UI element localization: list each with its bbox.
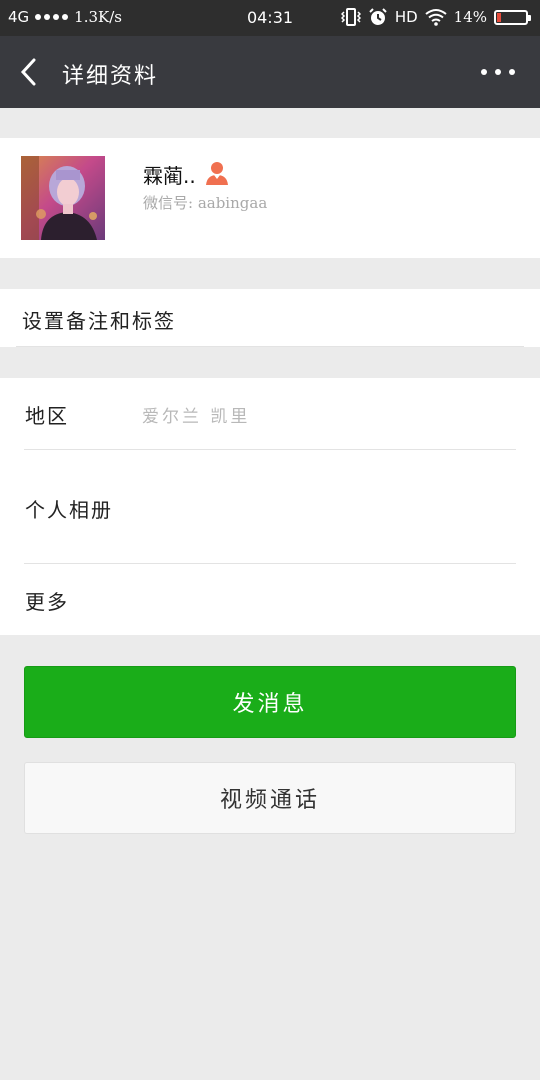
profile-card: 霖蔺.. 微信号: aabingaa: [0, 138, 540, 258]
send-message-button[interactable]: 发消息: [24, 666, 516, 738]
album-row[interactable]: 个人相册: [24, 450, 516, 563]
profile-name: 霖蔺..: [143, 164, 196, 188]
avatar[interactable]: [21, 156, 105, 240]
region-value: 爱尔兰 凯里: [142, 407, 251, 427]
female-user-icon: [206, 162, 228, 185]
region-row: 地区 爱尔兰 凯里: [24, 378, 516, 450]
nav-bar: 详细资料: [0, 36, 540, 108]
more-row[interactable]: 更多: [24, 564, 516, 635]
set-remark-row[interactable]: 设置备注和标签: [0, 289, 540, 347]
wifi-icon: [425, 9, 447, 26]
status-bar: 4G 1.3K/s 04:31 HD 14%: [0, 0, 540, 36]
region-label: 地区: [25, 404, 69, 428]
set-remark-label: 设置备注和标签: [22, 309, 176, 333]
status-right: HD 14%: [340, 7, 531, 27]
wechat-id: 微信号: aabingaa: [143, 194, 268, 212]
album-label: 个人相册: [25, 498, 113, 522]
more-label: 更多: [25, 590, 69, 614]
video-call-button[interactable]: 视频通话: [24, 762, 516, 834]
alarm-icon: [369, 8, 387, 25]
vibrate-icon: [340, 8, 361, 26]
info-list: 地区 爱尔兰 凯里 个人相册 更多: [0, 378, 540, 635]
battery-icon: [494, 9, 531, 25]
more-dots-icon[interactable]: [478, 62, 518, 82]
battery-percent: 14%: [453, 8, 487, 26]
hd-indicator: HD: [394, 8, 418, 26]
divider: [16, 346, 524, 347]
back-arrow-icon[interactable]: [14, 56, 46, 88]
page-title: 详细资料: [62, 64, 159, 89]
